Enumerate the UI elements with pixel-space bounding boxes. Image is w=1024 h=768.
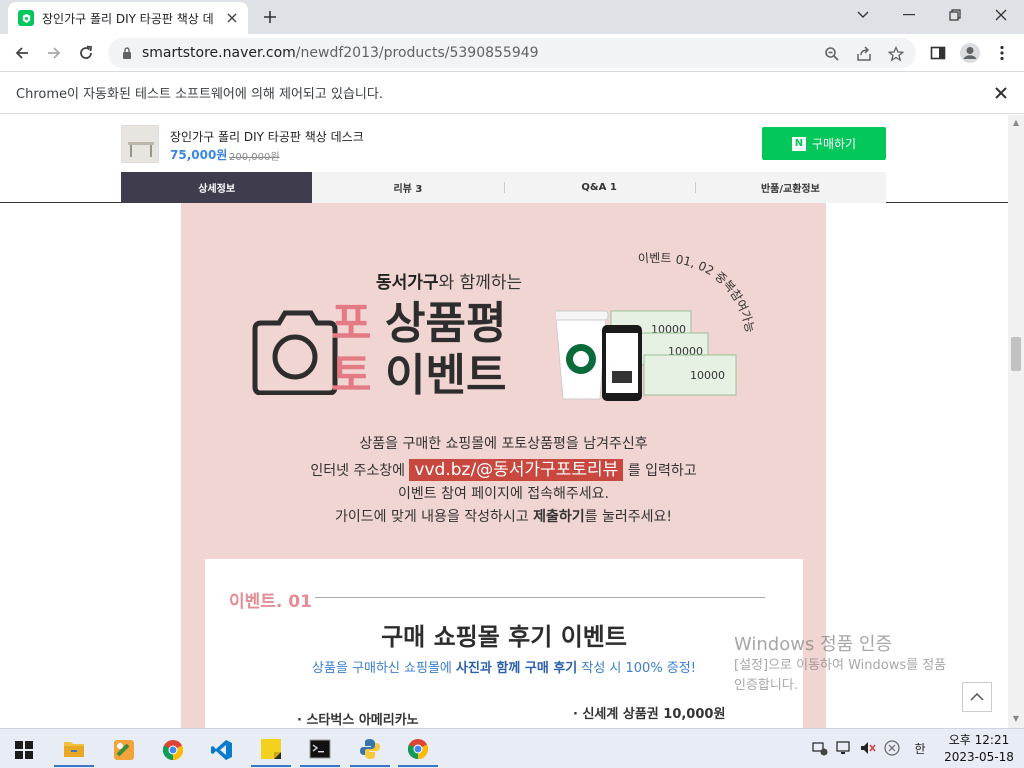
event-desc-line3: 이벤트 참여 페이지에 접속해주세요. bbox=[398, 486, 609, 502]
event-desc-line4: 가이드에 맞게 내용을 작성하시고 제출하기를 눌러주세요! bbox=[335, 509, 672, 525]
scroll-to-top-button[interactable] bbox=[962, 682, 992, 712]
tab-reviews[interactable]: 리뷰 3 bbox=[312, 172, 503, 203]
naver-n-icon: N bbox=[791, 136, 806, 151]
infobar-close-icon[interactable] bbox=[992, 84, 1010, 102]
event-title-line2: 이벤트 bbox=[385, 350, 507, 401]
vscode-icon[interactable] bbox=[202, 733, 242, 767]
browser-tab[interactable]: 장인가구 폴리 DIY 타공판 책상 데 bbox=[8, 2, 248, 34]
tab-details[interactable]: 상세정보 bbox=[121, 172, 313, 203]
tab-strip: 장인가구 폴리 DIY 타공판 책상 데 bbox=[0, 0, 1024, 34]
camera-icon bbox=[252, 310, 338, 395]
tab-close-icon[interactable] bbox=[224, 10, 240, 26]
notification-badge-icon[interactable] bbox=[884, 740, 900, 756]
scroll-up-arrow-icon[interactable]: ▲ bbox=[1012, 119, 1020, 127]
tab-title: 장인가구 폴리 DIY 타공판 책상 데 bbox=[42, 11, 214, 26]
activation-watermark-title: Windows 정품 인증 bbox=[734, 634, 893, 655]
product-name[interactable]: 장인가구 폴리 DIY 타공판 책상 데스크 bbox=[170, 128, 364, 145]
event-char-po: 포 bbox=[331, 298, 372, 349]
minimize-button[interactable] bbox=[886, 0, 932, 30]
event-01-subtitle: 상품을 구매하신 쇼핑몰에 사진과 함께 구매 후기 작성 시 100% 증정! bbox=[312, 661, 696, 676]
page-scrollbar[interactable]: ▲ ▼ bbox=[1008, 115, 1024, 728]
start-button-icon[interactable] bbox=[4, 733, 44, 767]
product-tabs: 상세정보 리뷰 3 Q&A 1 반품/교환정보 bbox=[121, 172, 886, 203]
network-alert-icon[interactable] bbox=[812, 740, 828, 756]
profile-avatar-icon[interactable] bbox=[956, 39, 984, 67]
share-icon[interactable] bbox=[854, 44, 874, 64]
zoom-icon[interactable] bbox=[822, 44, 842, 64]
system-clock[interactable]: 오후 12:21 2023-05-18 bbox=[944, 732, 1014, 766]
starbucks-and-giftcard-image: 10000 10000 10000 bbox=[556, 310, 737, 401]
event-title-line1: 상품평 bbox=[385, 298, 507, 349]
tab-search-icon[interactable] bbox=[840, 0, 886, 30]
paint-app-icon[interactable] bbox=[104, 733, 144, 767]
event-subheading: 동서가구와 함께하는 bbox=[376, 273, 523, 293]
display-icon[interactable] bbox=[836, 740, 852, 756]
address-bar[interactable]: smartstore.naver.com/newdf2013/products/… bbox=[108, 38, 916, 68]
buy-button[interactable]: N 구매하기 bbox=[762, 127, 886, 160]
close-window-button[interactable] bbox=[978, 0, 1024, 30]
store-favicon-icon bbox=[18, 10, 34, 26]
chrome-active-icon[interactable] bbox=[398, 733, 438, 767]
event-url-highlight: vvd.bz/@동서가구포토리뷰 bbox=[409, 459, 624, 481]
ime-indicator[interactable]: 한 bbox=[912, 740, 928, 756]
windows-taskbar: 한 오후 12:21 2023-05-18 bbox=[0, 728, 1024, 768]
python-icon[interactable] bbox=[350, 733, 390, 767]
browser-toolbar: smartstore.naver.com/newdf2013/products/… bbox=[0, 34, 1024, 72]
automation-infobar: Chrome이 자동화된 테스트 소프트웨어에 의해 제어되고 있습니다. bbox=[0, 72, 1024, 114]
scroll-thumb[interactable] bbox=[1011, 337, 1021, 371]
sticky-product-bar: 장인가구 폴리 DIY 타공판 책상 데스크 75,000원 200,000원 … bbox=[0, 115, 1008, 203]
divider bbox=[315, 597, 765, 598]
reload-button[interactable] bbox=[72, 39, 100, 67]
tab-returns[interactable]: 반품/교환정보 bbox=[694, 172, 886, 203]
chrome-icon[interactable] bbox=[153, 733, 193, 767]
url-host: smartstore.naver.com bbox=[142, 45, 296, 61]
activation-watermark-text: [설정]으로 이동하여 Windows를 정품 인증합니다. bbox=[734, 658, 947, 693]
volume-muted-icon[interactable] bbox=[860, 740, 876, 756]
menu-dots-icon[interactable] bbox=[988, 39, 1016, 67]
url-path: /newdf2013/products/5390855949 bbox=[295, 45, 539, 61]
file-explorer-icon[interactable] bbox=[54, 733, 94, 767]
side-panel-icon[interactable] bbox=[924, 39, 952, 67]
infobar-text: Chrome이 자동화된 테스트 소프트웨어에 의해 제어되고 있습니다. bbox=[16, 87, 383, 102]
back-button[interactable] bbox=[8, 39, 36, 67]
scroll-down-arrow-icon[interactable]: ▼ bbox=[1012, 715, 1020, 723]
restore-button[interactable] bbox=[932, 0, 978, 30]
sticky-notes-icon[interactable] bbox=[251, 733, 291, 767]
forward-button[interactable] bbox=[40, 39, 68, 67]
new-tab-button[interactable] bbox=[258, 5, 282, 29]
svg-text:10000: 10000 bbox=[690, 369, 725, 382]
gift-shinsegae: · 신세계 상품권 10,000원 bbox=[573, 707, 726, 722]
product-thumbnail[interactable] bbox=[121, 125, 159, 163]
event-desc-line2: 인터넷 주소창에 vvd.bz/@동서가구포토리뷰 를 입력하고 bbox=[310, 459, 697, 481]
buy-button-label: 구매하기 bbox=[811, 137, 857, 151]
tab-qna[interactable]: Q&A 1 bbox=[503, 172, 695, 203]
event-desc-line1: 상품을 구매한 쇼핑몰에 포토상품평을 남겨주신후 bbox=[359, 436, 648, 452]
event-char-to: 토 bbox=[331, 350, 372, 401]
gift-starbucks: · 스타벅스 아메리카노 bbox=[297, 713, 419, 728]
terminal-icon[interactable] bbox=[300, 733, 340, 767]
lock-icon[interactable] bbox=[120, 46, 134, 60]
sale-price: 75,000원 bbox=[170, 148, 228, 162]
event-01-title: 구매 쇼핑몰 후기 이벤트 bbox=[381, 623, 627, 651]
original-price: 200,000원 bbox=[229, 152, 280, 163]
event-01-panel: 이벤트. 01 구매 쇼핑몰 후기 이벤트 상품을 구매하신 쇼핑몰에 사진과 … bbox=[205, 559, 803, 728]
event-banner-image: 동서가구와 함께하는 포 상품평 토 이벤트 이벤트 01, 02 중복참여가능… bbox=[181, 203, 826, 728]
bookmark-star-icon[interactable] bbox=[886, 44, 906, 64]
event-01-label: 이벤트. 01 bbox=[229, 592, 312, 612]
